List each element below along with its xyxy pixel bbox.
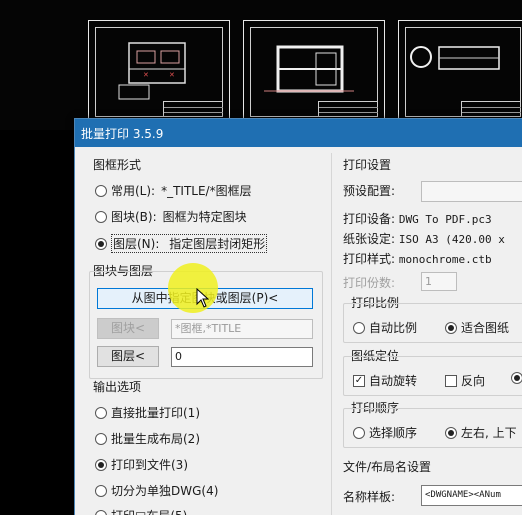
drawing-sheet-1: ✕ ✕ xyxy=(88,20,230,124)
output-direct-print-radio[interactable]: 直接批量打印(1) xyxy=(95,404,200,421)
cursor-highlight xyxy=(168,263,218,313)
order-selection-radio[interactable]: 选择顺序 xyxy=(353,424,417,441)
radio-icon xyxy=(95,406,107,419)
reverse-checkbox[interactable]: 反向 xyxy=(445,372,485,389)
radio-icon xyxy=(95,432,107,445)
mouse-pointer-icon xyxy=(196,288,210,308)
scale-fit-paper-radio[interactable]: 适合图纸 xyxy=(445,319,509,336)
output-split-dwg-radio[interactable]: 切分为单独DWG(4) xyxy=(95,482,218,499)
dialog-titlebar[interactable]: 批量打印 3.5.9 xyxy=(75,119,522,147)
print-settings-title: 打印设置 xyxy=(343,158,392,172)
output-print-layout-radio[interactable]: 打印□布局(5) xyxy=(95,507,187,515)
order-left-right-radio[interactable]: 左右, 上下 xyxy=(445,424,517,441)
radio-selected-icon xyxy=(95,458,107,471)
naming-title: 文件/布局名设置 xyxy=(343,460,432,474)
cad-drawing-area: ✕ ✕ xyxy=(0,0,522,130)
drawing-sheet-3 xyxy=(398,20,522,124)
preset-select[interactable] xyxy=(421,181,522,202)
radio-selected-icon xyxy=(445,321,457,334)
elevation-drawing xyxy=(264,45,354,93)
floor-plan-drawing: ✕ ✕ xyxy=(118,42,186,100)
device-value: DWG To PDF.pc3 xyxy=(398,213,492,226)
preset-label: 预设配置: xyxy=(343,184,396,198)
output-print-to-file-radio[interactable]: 打印到文件(3) xyxy=(95,456,188,473)
batch-print-dialog: 批量打印 3.5.9 图框形式 常用(L): *_TITLE/*图框层 图块(B… xyxy=(74,118,522,515)
checkmark-icon: ✓ xyxy=(353,374,365,387)
style-value: monochrome.ctb xyxy=(398,253,492,266)
device-label: 打印设备: DWG To PDF.pc3 xyxy=(343,212,492,226)
template-label: 名称样板: xyxy=(343,490,396,504)
radio-selected-icon xyxy=(95,237,107,250)
radio-icon xyxy=(95,184,107,197)
block-name-field[interactable]: *图框,*TITLE xyxy=(171,319,313,339)
radio-selected-icon xyxy=(445,426,457,439)
checkbox-icon xyxy=(445,374,457,387)
layer-pick-button[interactable]: 图层< xyxy=(97,346,159,367)
svg-text:✕: ✕ xyxy=(143,71,149,79)
frame-form-title: 图框形式 xyxy=(93,158,142,172)
name-template-field[interactable]: <DWGNAME><ANum xyxy=(421,485,522,506)
block-pick-button[interactable]: 图块< xyxy=(97,318,159,339)
radio-icon xyxy=(95,210,107,223)
section-drawing xyxy=(410,46,500,70)
column-separator xyxy=(331,153,332,515)
drawing-sheet-2 xyxy=(243,20,385,124)
radio-icon xyxy=(353,321,365,334)
auto-rotate-checkbox[interactable]: ✓ 自动旋转 xyxy=(353,372,417,389)
scale-auto-radio[interactable]: 自动比例 xyxy=(353,319,417,336)
output-options-title: 输出选项 xyxy=(93,380,142,394)
paper-value: ISO A3 (420.00 x xyxy=(398,233,505,246)
radio-icon xyxy=(353,426,365,439)
frame-form-common-radio[interactable]: 常用(L): *_TITLE/*图框层 xyxy=(95,182,252,199)
frame-form-layer-radio[interactable]: 图层(N): 指定图层封闭矩形 xyxy=(95,234,268,253)
svg-text:✕: ✕ xyxy=(169,71,175,79)
layer-name-field[interactable]: 0 xyxy=(171,347,313,367)
position-extra-radio[interactable] xyxy=(511,372,522,384)
copies-field[interactable]: 1 xyxy=(421,272,457,291)
radio-icon xyxy=(95,484,107,497)
dialog-title: 批量打印 3.5.9 xyxy=(81,127,164,141)
output-gen-layout-radio[interactable]: 批量生成布局(2) xyxy=(95,430,200,447)
paper-label: 纸张设定: ISO A3 (420.00 x xyxy=(343,232,505,246)
frame-form-block-radio[interactable]: 图块(B): 图框为特定图块 xyxy=(95,208,247,225)
style-label: 打印样式: monochrome.ctb xyxy=(343,252,492,266)
copies-label: 打印份数: xyxy=(343,276,396,290)
radio-icon xyxy=(95,509,107,515)
radio-selected-icon xyxy=(511,372,522,384)
